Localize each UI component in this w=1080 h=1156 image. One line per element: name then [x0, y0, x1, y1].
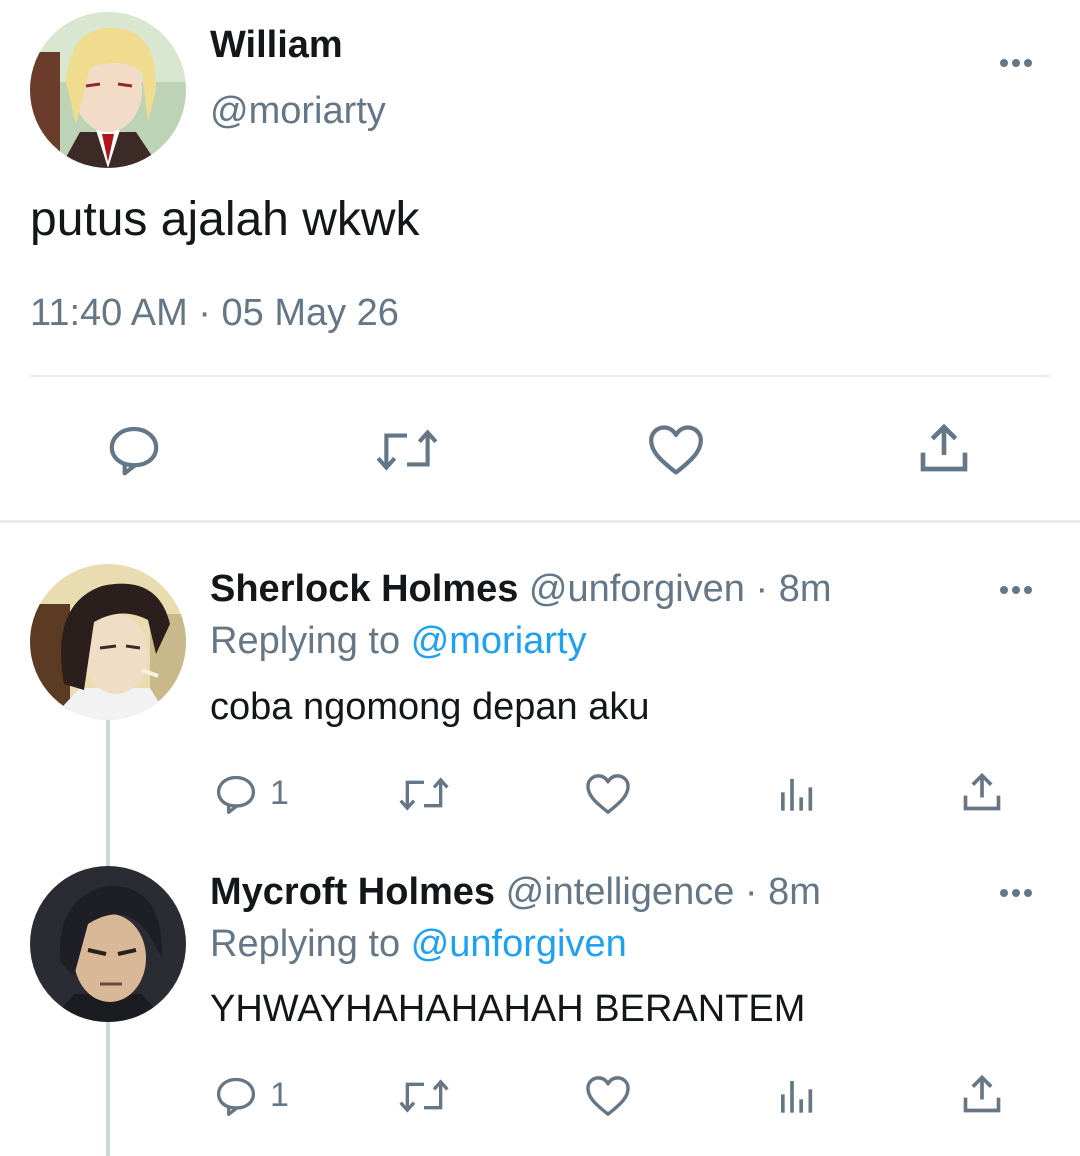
analytics-icon	[781, 1081, 813, 1113]
share-icon	[963, 772, 1001, 811]
more-options-button[interactable]	[1000, 586, 1032, 594]
more-dot	[1012, 586, 1020, 594]
more-icon	[1000, 59, 1008, 67]
reply-header: Sherlock Holmes @unforgiven · 8m	[210, 568, 832, 611]
reply-text: coba ngomong depan aku	[210, 686, 650, 728]
more-dot	[1024, 586, 1032, 594]
avatar-mycroft-image	[30, 866, 186, 1022]
reply-author-meta[interactable]: @intelligence · 8m	[506, 871, 821, 913]
tweet-text: putus ajalah wkwk	[30, 193, 420, 246]
more-dot	[1012, 59, 1020, 67]
share-button[interactable]	[958, 768, 1006, 816]
avatar-william-image	[30, 12, 186, 168]
retweet-button[interactable]	[372, 420, 442, 480]
retweet-icon	[399, 1079, 449, 1113]
analytics-button[interactable]	[772, 1072, 820, 1120]
more-dot	[1024, 889, 1032, 897]
avatar-sherlock[interactable]	[30, 564, 186, 720]
avatar-mycroft[interactable]	[30, 866, 186, 1022]
replying-to: Replying to @moriarty	[210, 620, 587, 663]
more-icon	[1000, 586, 1008, 594]
reply-author-name[interactable]: Mycroft Holmes	[210, 871, 495, 913]
replying-to: Replying to @unforgiven	[210, 923, 627, 966]
like-button[interactable]	[584, 1072, 632, 1120]
author-handle[interactable]: @moriarty	[210, 90, 386, 133]
more-icon	[1000, 889, 1008, 897]
thread-line	[106, 718, 110, 866]
reply-button[interactable]	[212, 1072, 260, 1120]
reply-author-name[interactable]: Sherlock Holmes	[210, 568, 518, 610]
share-button[interactable]	[958, 1070, 1006, 1118]
reply-author-meta[interactable]: @unforgiven · 8m	[529, 568, 832, 610]
retweet-icon	[399, 777, 449, 811]
author-name[interactable]: William	[210, 24, 343, 67]
reply-header: Mycroft Holmes @intelligence · 8m	[210, 871, 821, 914]
replying-to-prefix: Replying to	[210, 620, 401, 662]
reply-count: 1	[270, 1076, 289, 1114]
avatar-sherlock-image	[30, 564, 186, 720]
more-dot	[1012, 889, 1020, 897]
retweet-button[interactable]	[396, 1072, 452, 1120]
thread-line	[106, 1022, 110, 1156]
replying-to-link[interactable]: @moriarty	[411, 620, 587, 662]
analytics-button[interactable]	[772, 770, 820, 818]
reply-count: 1	[270, 774, 289, 812]
replying-to-link[interactable]: @unforgiven	[411, 923, 627, 965]
like-icon	[586, 774, 630, 814]
like-icon	[649, 425, 703, 475]
more-options-button[interactable]	[1000, 59, 1032, 67]
reply-icon	[216, 1077, 256, 1116]
more-options-button[interactable]	[1000, 889, 1032, 897]
tweet-timestamp: 11:40 AM · 05 May 26	[30, 292, 399, 334]
reply-icon	[216, 775, 256, 814]
reply-text: YHWAYHAHAHAHAH BERANTEM	[210, 988, 806, 1030]
reply-button[interactable]	[212, 770, 260, 818]
retweet-icon	[376, 429, 438, 471]
share-button[interactable]	[914, 418, 974, 478]
section-divider	[0, 520, 1080, 523]
reply-icon	[109, 426, 159, 476]
like-button[interactable]	[646, 420, 706, 480]
analytics-icon	[781, 779, 813, 811]
share-icon	[963, 1074, 1001, 1113]
divider	[30, 375, 1050, 377]
retweet-button[interactable]	[396, 770, 452, 818]
like-button[interactable]	[584, 770, 632, 818]
share-icon	[920, 423, 968, 472]
like-icon	[586, 1076, 630, 1116]
reply-button[interactable]	[104, 420, 164, 480]
replying-to-prefix: Replying to	[210, 923, 401, 965]
more-dot	[1024, 59, 1032, 67]
avatar-william[interactable]	[30, 12, 186, 168]
